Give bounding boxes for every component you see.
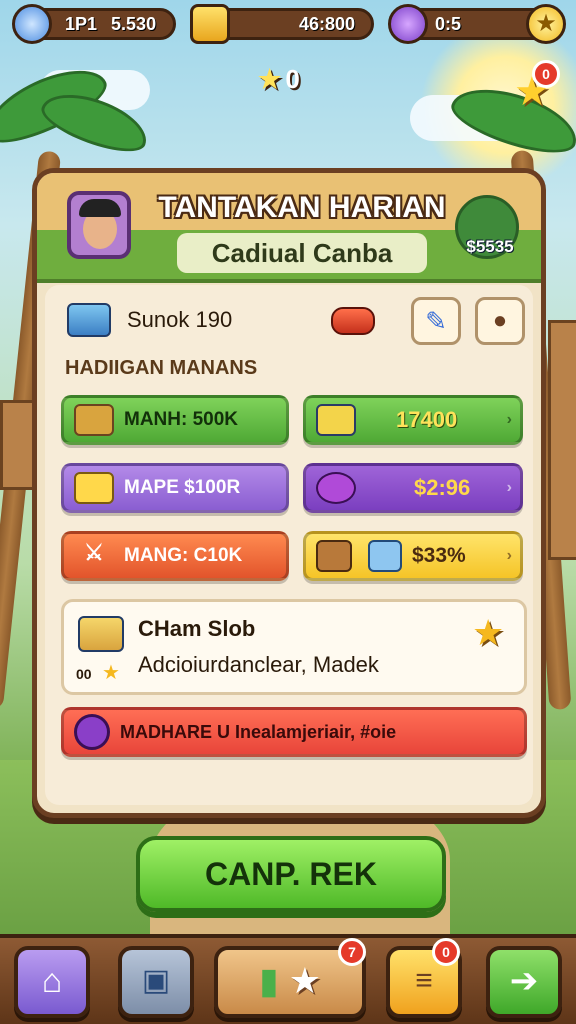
next-button[interactable]: ➔ [486, 946, 562, 1018]
reward-row-right-1[interactable]: 17400 › [303, 395, 523, 445]
log-icon [331, 307, 375, 335]
book-stack-icon [67, 303, 111, 337]
box-icon [74, 472, 114, 504]
gold-bar-icon[interactable] [190, 4, 230, 44]
gold-value: 46:800 [298, 13, 355, 34]
avatar[interactable] [67, 191, 131, 259]
avatar-cap [79, 199, 121, 217]
ticket-icon [316, 404, 356, 436]
scroll-icon: ≡ [415, 964, 433, 997]
bottom-nav: ⌂ ▣ ▮ ★ 7 ≡ 0 ➔ [0, 934, 576, 1024]
item-label: Sunok 190 [127, 307, 233, 332]
chest-icon [78, 616, 124, 652]
bag-icon [316, 540, 352, 572]
info-title: CHam Slob [138, 616, 256, 641]
star-counter: ★ 0 [258, 62, 328, 96]
reward-row-right-2[interactable]: $2:96 › [303, 463, 523, 513]
star-icon: ★ [102, 662, 120, 684]
sword-icon: ⚔ [84, 540, 104, 565]
reward-row-right-3[interactable]: $33% › [303, 531, 523, 581]
star-icon: ★ [288, 960, 322, 1001]
can-icon [368, 540, 402, 572]
arrow-right-icon: ➔ [509, 962, 539, 1000]
section-header: HADIIGAN MANANS [65, 357, 258, 379]
gem-icon[interactable] [388, 4, 428, 44]
home-icon: ⌂ [41, 962, 63, 1000]
footer-strip[interactable]: MADHARE U Inealamjeriair, #oie [61, 707, 527, 757]
star-icon: ★ [258, 63, 282, 94]
quests-badge: 0 [432, 938, 460, 966]
reward-row-left-3[interactable]: ⚔ MANG: C10K [61, 531, 289, 581]
star-count: 0 [285, 63, 300, 94]
reward-row-value: $33% [412, 544, 466, 567]
hut [0, 400, 36, 490]
home-button[interactable]: ⌂ [14, 946, 90, 1018]
bag-icon-button[interactable]: ● [475, 297, 525, 345]
chevron-right-icon: › [506, 547, 512, 564]
tool-icon-button[interactable]: ✎ [411, 297, 461, 345]
chevron-right-icon: › [506, 411, 512, 428]
footer-text: MADHARE U Inealamjeriair, #oie [120, 721, 397, 742]
cash-icon: ▮ [258, 960, 279, 1001]
rewards-badge: 7 [338, 938, 366, 966]
panel-subtitle: Cadiual Canba [177, 233, 427, 273]
gem-value: 0:5 [435, 13, 462, 34]
info-count: 00 [76, 666, 92, 682]
crate-icon [74, 404, 114, 436]
reward-row-label: MAPE $100R [124, 477, 241, 498]
panel-title: TANTAKAN HARIAN [158, 191, 446, 224]
notification-badge: 0 [532, 60, 560, 88]
panel-content: Sunok 190 ✎ ● HADIIGAN MANANS MANH: 500K… [45, 285, 533, 805]
reward-row-left-2[interactable]: MAPE $100R [61, 463, 289, 513]
player-label: 1P1 [65, 13, 98, 34]
player-icon[interactable] [12, 4, 52, 44]
reward-row-label: MANG: C10K [124, 545, 243, 566]
gem-icon [316, 472, 356, 504]
inventory-button[interactable]: ▣ [118, 946, 194, 1018]
info-description: Adcioiurdanclear, Madek [138, 652, 379, 677]
info-card[interactable]: 00 ★ CHam Slob Adcioiurdanclear, Madek ★ [61, 599, 527, 695]
bag-icon: ▣ [141, 964, 171, 997]
reward-row-label: MANH: 500K [124, 409, 239, 430]
claim-button[interactable]: CANP. REK [136, 836, 446, 912]
reward-row-left-1[interactable]: MANH: 500K [61, 395, 289, 445]
orb-icon [74, 714, 110, 750]
add-star-icon[interactable]: ★ [526, 4, 566, 44]
hut [548, 320, 576, 560]
star-badge-icon: ★ [472, 612, 505, 653]
reward-row-value: $2:96 [414, 475, 471, 500]
reward-amount: $5535 [466, 237, 514, 256]
player-value: 5.530 [111, 13, 157, 34]
reward-row-value: 17400 [396, 407, 458, 432]
chevron-right-icon: › [506, 479, 512, 496]
daily-challenge-panel: TANTAKAN HARIAN Cadiual Canba $5535 Suno… [32, 168, 546, 818]
